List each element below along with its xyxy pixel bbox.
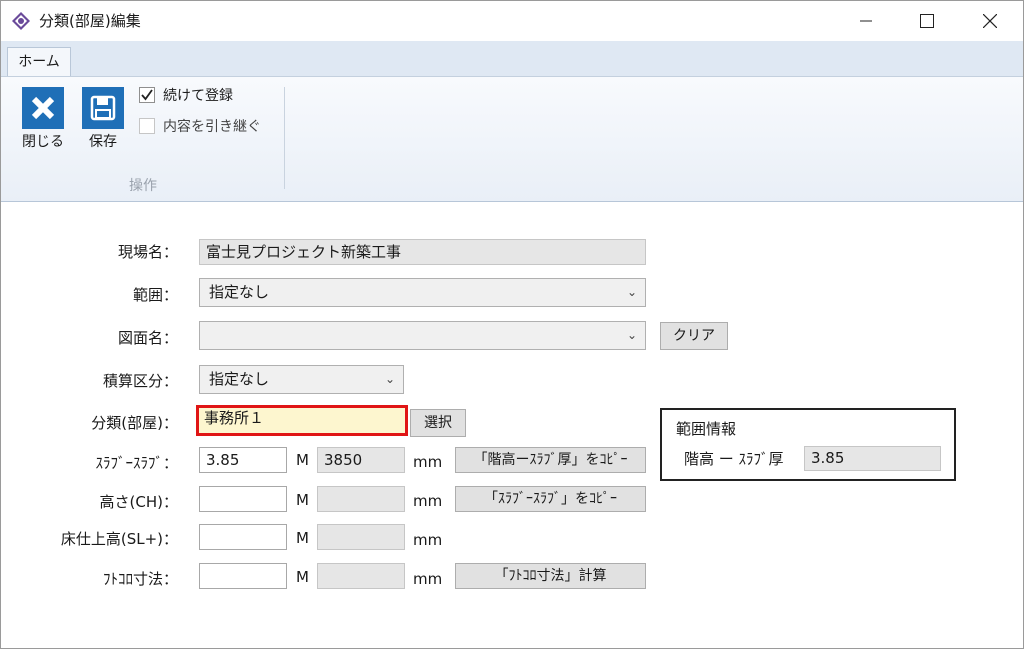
window-title: 分類(部屋)編集 <box>39 12 141 30</box>
chevron-down-icon: ⌄ <box>384 372 395 386</box>
range-info-title: 範囲情報 <box>676 420 737 438</box>
inherit-content-checkbox-row[interactable]: 内容を引き継ぐ <box>139 116 261 136</box>
estimate-category-select[interactable]: 指定なし ⌄ <box>199 365 404 394</box>
maximize-icon <box>920 14 934 28</box>
ceiling-height-label: 高さ(CH)： <box>99 493 178 511</box>
range-info-value: 3.85 <box>804 446 941 471</box>
site-name-label: 現場名： <box>117 243 178 261</box>
slab-to-slab-label: ｽﾗﾌﾞｰｽﾗﾌﾞ： <box>95 454 178 472</box>
close-x-icon <box>22 87 64 129</box>
pocket-dimension-mm-field <box>317 563 405 589</box>
floor-finish-mm-field <box>317 524 405 550</box>
category-room-field[interactable]: 事務所１ <box>196 405 408 436</box>
app-logo-icon <box>11 11 31 31</box>
range-info-panel: 範囲情報 階高 ー ｽﾗﾌﾞ厚 3.85 <box>660 408 956 481</box>
ceiling-height-m-input[interactable] <box>199 486 287 512</box>
close-button[interactable]: 閉じる <box>21 87 65 151</box>
site-name-field: 富士見プロジェクト新築工事 <box>199 239 646 265</box>
unit-mm-label: mm <box>413 531 443 549</box>
copy-slab-to-slab-button[interactable]: 「ｽﾗﾌﾞｰｽﾗﾌﾞ」をｺﾋﾟｰ <box>455 486 646 512</box>
ribbon-group-separator <box>284 87 285 189</box>
continue-register-checkbox-row[interactable]: 続けて登録 <box>139 85 233 105</box>
range-select-value: 指定なし <box>209 283 270 301</box>
drawing-name-label: 図面名： <box>117 329 178 347</box>
maximize-button[interactable] <box>904 1 950 41</box>
estimate-category-label: 積算区分： <box>102 372 178 390</box>
title-bar: 分類(部屋)編集 <box>1 1 1023 41</box>
calc-pocket-dimension-button[interactable]: 「ﾌﾄｺﾛ寸法」計算 <box>455 563 646 589</box>
continue-register-label: 続けて登録 <box>163 88 233 104</box>
tab-home[interactable]: ホーム <box>7 47 71 77</box>
estimate-category-value: 指定なし <box>209 370 270 388</box>
unit-mm-label: mm <box>413 453 443 471</box>
dialog-window: 分類(部屋)編集 ホーム 閉じる 保存 続けて登録 内容を引き継ぐ 操作 現場名… <box>0 0 1024 649</box>
ribbon-tab-strip: ホーム <box>1 41 1023 77</box>
unit-m-label: M <box>296 451 309 469</box>
inherit-content-checkbox[interactable] <box>139 118 155 134</box>
ribbon-panel: 閉じる 保存 続けて登録 内容を引き継ぐ 操作 <box>1 76 1023 202</box>
unit-m-label: M <box>296 491 309 509</box>
ribbon-group-label: 操作 <box>129 178 157 194</box>
slab-to-slab-mm-field: 3850 <box>317 447 405 473</box>
pocket-dimension-label: ﾌﾄｺﾛ寸法： <box>102 570 178 588</box>
minimize-icon <box>860 20 872 22</box>
copy-floor-minus-slab-button[interactable]: 「階高ーｽﾗﾌﾞ厚」をｺﾋﾟｰ <box>455 447 646 473</box>
chevron-down-icon: ⌄ <box>626 285 637 299</box>
close-icon <box>983 14 997 28</box>
save-button[interactable]: 保存 <box>81 87 125 151</box>
unit-m-label: M <box>296 568 309 586</box>
unit-mm-label: mm <box>413 570 443 588</box>
slab-to-slab-m-input[interactable]: 3.85 <box>199 447 287 473</box>
unit-mm-label: mm <box>413 492 443 510</box>
save-button-label: 保存 <box>89 134 117 150</box>
range-label: 範囲： <box>132 286 178 304</box>
ceiling-height-mm-field <box>317 486 405 512</box>
chevron-down-icon: ⌄ <box>626 328 637 342</box>
select-button[interactable]: 選択 <box>410 409 466 437</box>
close-button-label: 閉じる <box>22 134 64 150</box>
inherit-content-label: 内容を引き継ぐ <box>163 119 261 135</box>
drawing-name-select[interactable]: ⌄ <box>199 321 646 350</box>
close-window-button[interactable] <box>967 1 1013 41</box>
floor-finish-m-input[interactable] <box>199 524 287 550</box>
floor-finish-height-label: 床仕上高(SL+)： <box>60 530 178 548</box>
floppy-disk-icon <box>82 87 124 129</box>
minimize-button[interactable] <box>843 1 889 41</box>
range-select[interactable]: 指定なし ⌄ <box>199 278 646 307</box>
continue-register-checkbox[interactable] <box>139 87 155 103</box>
checkmark-icon <box>141 89 153 101</box>
unit-m-label: M <box>296 529 309 547</box>
range-info-label: 階高 ー ｽﾗﾌﾞ厚 <box>684 450 784 468</box>
clear-button[interactable]: クリア <box>660 322 728 350</box>
pocket-dimension-m-input[interactable] <box>199 563 287 589</box>
category-room-label: 分類(部屋)： <box>91 414 178 432</box>
